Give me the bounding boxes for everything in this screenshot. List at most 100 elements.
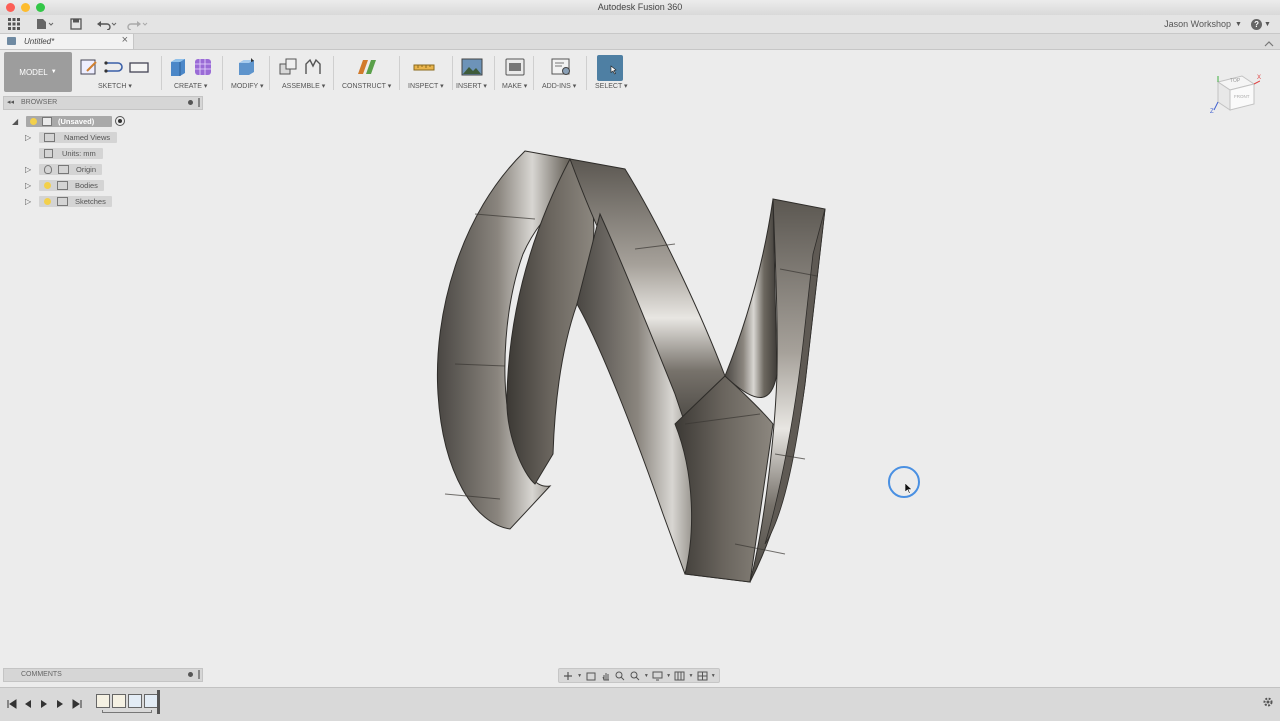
make-menu[interactable]: MAKE ▾ — [502, 82, 527, 90]
inspect-menu[interactable]: INSPECT ▾ — [408, 82, 444, 90]
panel-options-icon[interactable] — [198, 670, 200, 679]
expand-icon[interactable] — [1264, 36, 1274, 47]
divider — [452, 56, 453, 90]
view-cube[interactable]: TOP FRONT X Z — [1210, 72, 1261, 122]
lightbulb-icon[interactable] — [44, 164, 52, 174]
display-settings-icon[interactable] — [651, 670, 664, 681]
timeline-settings-gear-icon[interactable] — [1262, 695, 1274, 713]
3d-model-body[interactable] — [205, 94, 1280, 686]
application-bar: Jason Workshop ▼ ? ▼ — [0, 15, 1280, 34]
lightbulb-icon[interactable] — [30, 117, 37, 125]
construct-menu[interactable]: CONSTRUCT ▾ — [342, 82, 391, 90]
user-menu[interactable]: Jason Workshop ▼ — [1162, 17, 1244, 31]
browser-item-origin[interactable]: ▷ Origin — [25, 163, 102, 175]
press-pull-icon[interactable] — [236, 56, 258, 78]
add-ins-menu[interactable]: ADD-INS ▾ — [542, 82, 576, 90]
chevron-down-icon: ▼ — [1264, 20, 1271, 28]
go-to-start-icon[interactable] — [7, 696, 17, 714]
insert-image-icon[interactable] — [461, 56, 483, 78]
select-cursor-icon[interactable] — [597, 55, 623, 81]
extrude-icon[interactable] — [167, 56, 189, 78]
new-component-icon[interactable] — [277, 56, 299, 78]
viewports-icon[interactable] — [696, 670, 709, 681]
redo-icon[interactable] — [125, 17, 149, 31]
view-cube-front-label[interactable]: FRONT — [1234, 94, 1250, 99]
browser-item-sketches[interactable]: ▷ Sketches — [25, 195, 112, 207]
look-at-icon[interactable] — [584, 670, 597, 681]
timeline-feature-sketch[interactable] — [96, 694, 110, 708]
browser-item-bodies[interactable]: ▷ Bodies — [25, 179, 104, 191]
chevron-down-icon[interactable]: ▼ — [688, 670, 694, 681]
orbit-icon[interactable] — [562, 670, 575, 681]
timeline-feature-extrude[interactable] — [128, 694, 142, 708]
document-tab[interactable]: Untitled* × — [0, 34, 134, 49]
close-tab-icon[interactable]: × — [122, 34, 128, 46]
3d-print-icon[interactable] — [504, 56, 526, 78]
comments-header[interactable]: COMMENTS — [3, 668, 203, 682]
browser-panel: ◂◂ BROWSER — [3, 96, 203, 110]
chevron-down-icon: ▼ — [50, 69, 57, 75]
data-panel-grid-icon[interactable] — [6, 17, 22, 31]
canvas-viewport[interactable]: TOP FRONT X Z — [205, 75, 1280, 686]
timeline-feature-sketch[interactable] — [112, 694, 126, 708]
chevron-down-icon[interactable]: ▼ — [577, 670, 583, 681]
assemble-menu[interactable]: ASSEMBLE ▾ — [282, 82, 325, 90]
timeline-bar — [0, 687, 1280, 721]
measure-icon[interactable] — [413, 56, 435, 78]
make-group — [504, 56, 526, 78]
user-name: Jason Workshop — [1164, 19, 1231, 29]
insert-menu[interactable]: INSERT ▾ — [456, 82, 487, 90]
lightbulb-icon[interactable] — [44, 181, 51, 189]
joint-icon[interactable] — [302, 56, 324, 78]
step-back-icon[interactable] — [23, 696, 33, 714]
workspace-switcher[interactable]: MODEL ▼ — [4, 52, 72, 92]
panel-options-icon[interactable] — [198, 98, 200, 107]
browser-header: ◂◂ BROWSER — [3, 96, 203, 110]
scripts-icon[interactable] — [550, 56, 572, 78]
view-cube-top-label[interactable]: TOP — [1230, 78, 1240, 84]
mouse-pointer-icon — [904, 481, 913, 499]
offset-plane-icon[interactable] — [356, 56, 378, 78]
select-menu[interactable]: SELECT ▾ — [595, 82, 628, 90]
expanded-triangle-icon[interactable]: ◢ — [12, 117, 26, 126]
browser-item-named-views[interactable]: ▷ Named Views — [25, 131, 117, 143]
collapse-panel-icon[interactable]: ◂◂ — [7, 98, 14, 106]
go-to-end-icon[interactable] — [72, 696, 82, 714]
save-icon[interactable] — [68, 17, 84, 31]
zoom-icon[interactable] — [614, 670, 627, 681]
fit-zoom-icon[interactable] — [629, 670, 642, 681]
timeline-marker[interactable] — [157, 690, 160, 714]
sketch-menu[interactable]: SKETCH ▾ — [98, 82, 132, 90]
collapsed-triangle-icon[interactable]: ▷ — [25, 165, 39, 174]
create-sketch-icon[interactable] — [78, 56, 100, 78]
document-tab-title: Untitled* — [24, 37, 55, 46]
browser-root-row[interactable]: ◢ (Unsaved) — [12, 115, 125, 127]
chevron-down-icon[interactable]: ▼ — [644, 670, 650, 681]
pan-hand-icon[interactable] — [599, 670, 612, 681]
collapsed-triangle-icon[interactable]: ▷ — [25, 197, 39, 206]
divider — [222, 56, 223, 90]
pin-icon[interactable] — [188, 100, 193, 105]
chevron-down-icon[interactable]: ▼ — [711, 670, 717, 681]
collapsed-triangle-icon[interactable]: ▷ — [25, 133, 39, 142]
collapsed-triangle-icon[interactable]: ▷ — [25, 181, 39, 190]
file-menu-icon[interactable] — [34, 17, 56, 31]
undo-icon[interactable] — [95, 17, 119, 31]
modify-menu[interactable]: MODIFY ▾ — [231, 82, 264, 90]
play-icon[interactable] — [39, 696, 49, 714]
timeline-feature-extrude[interactable] — [144, 694, 158, 708]
step-forward-icon[interactable] — [55, 696, 65, 714]
lightbulb-icon[interactable] — [44, 197, 51, 205]
form-icon[interactable] — [192, 56, 214, 78]
create-menu[interactable]: CREATE ▾ — [174, 82, 207, 90]
rectangle-icon[interactable] — [128, 56, 150, 78]
construct-group — [356, 56, 378, 78]
create-group — [167, 56, 214, 78]
line-icon[interactable] — [103, 56, 125, 78]
activate-radio-icon[interactable] — [115, 116, 125, 126]
chevron-down-icon[interactable]: ▼ — [666, 670, 672, 681]
browser-item-units[interactable]: Units: mm — [39, 147, 103, 159]
pin-icon[interactable] — [188, 672, 193, 677]
grid-settings-icon[interactable] — [673, 670, 686, 681]
help-icon[interactable]: ? ▼ — [1250, 17, 1272, 31]
